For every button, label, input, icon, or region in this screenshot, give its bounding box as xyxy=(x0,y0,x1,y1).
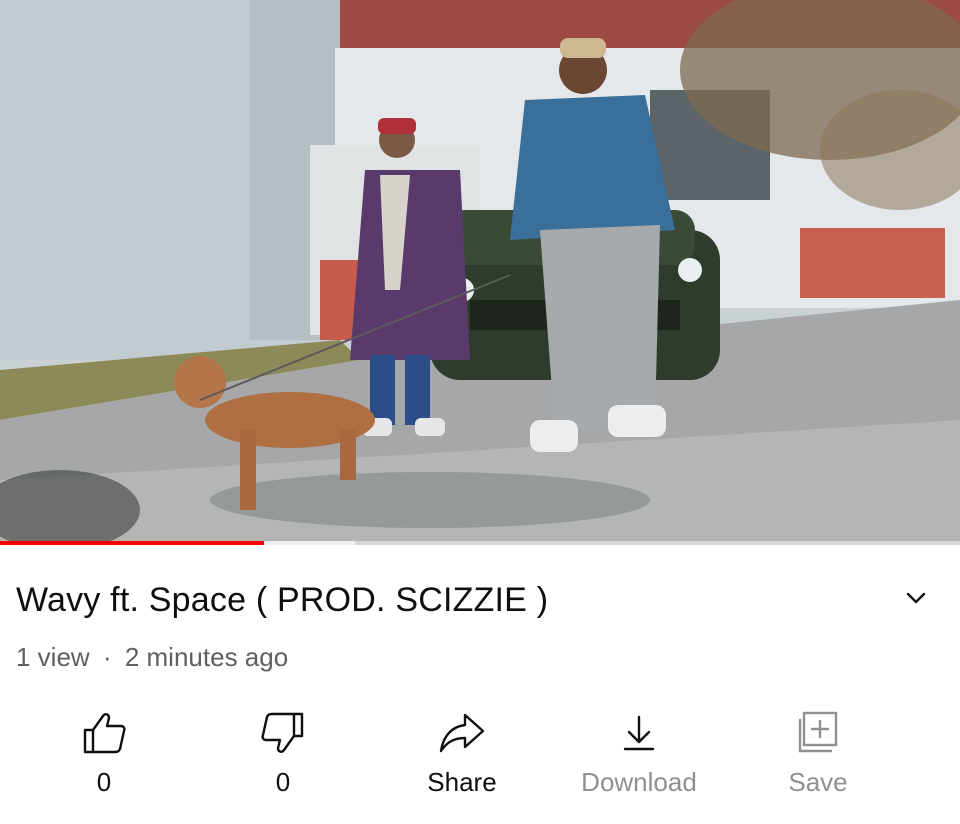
download-button[interactable]: Download xyxy=(549,700,729,810)
progress-played xyxy=(0,541,264,545)
share-button[interactable]: Share xyxy=(372,700,552,810)
progress-buffered xyxy=(264,541,356,545)
video-player[interactable] xyxy=(0,0,960,545)
download-label: Download xyxy=(581,767,697,797)
download-icon xyxy=(614,708,664,758)
thumbs-up-icon xyxy=(79,708,129,758)
video-meta: 1 view · 2 minutes ago xyxy=(16,640,288,674)
share-arrow-icon xyxy=(437,708,487,758)
save-button[interactable]: Save xyxy=(728,700,908,810)
action-bar: 0 0 Share Download Save xyxy=(0,700,960,810)
video-thumbnail-scene xyxy=(0,0,960,545)
upload-time: 2 minutes ago xyxy=(124,642,289,672)
chevron-down-icon xyxy=(906,592,926,604)
dislike-button[interactable]: 0 xyxy=(193,700,373,810)
progress-bar[interactable] xyxy=(0,541,960,545)
meta-separator: · xyxy=(102,642,112,672)
like-button[interactable]: 0 xyxy=(14,700,194,810)
view-count: 1 view xyxy=(16,642,90,672)
share-label: Share xyxy=(427,767,497,797)
save-playlist-icon xyxy=(793,708,843,758)
video-title[interactable]: Wavy ft. Space ( PROD. SCIZZIE ) xyxy=(16,578,876,622)
save-label: Save xyxy=(788,767,848,797)
expand-description-button[interactable] xyxy=(896,580,936,616)
dislike-count: 0 xyxy=(275,767,291,797)
like-count: 0 xyxy=(96,767,112,797)
thumbs-down-icon xyxy=(258,708,308,758)
